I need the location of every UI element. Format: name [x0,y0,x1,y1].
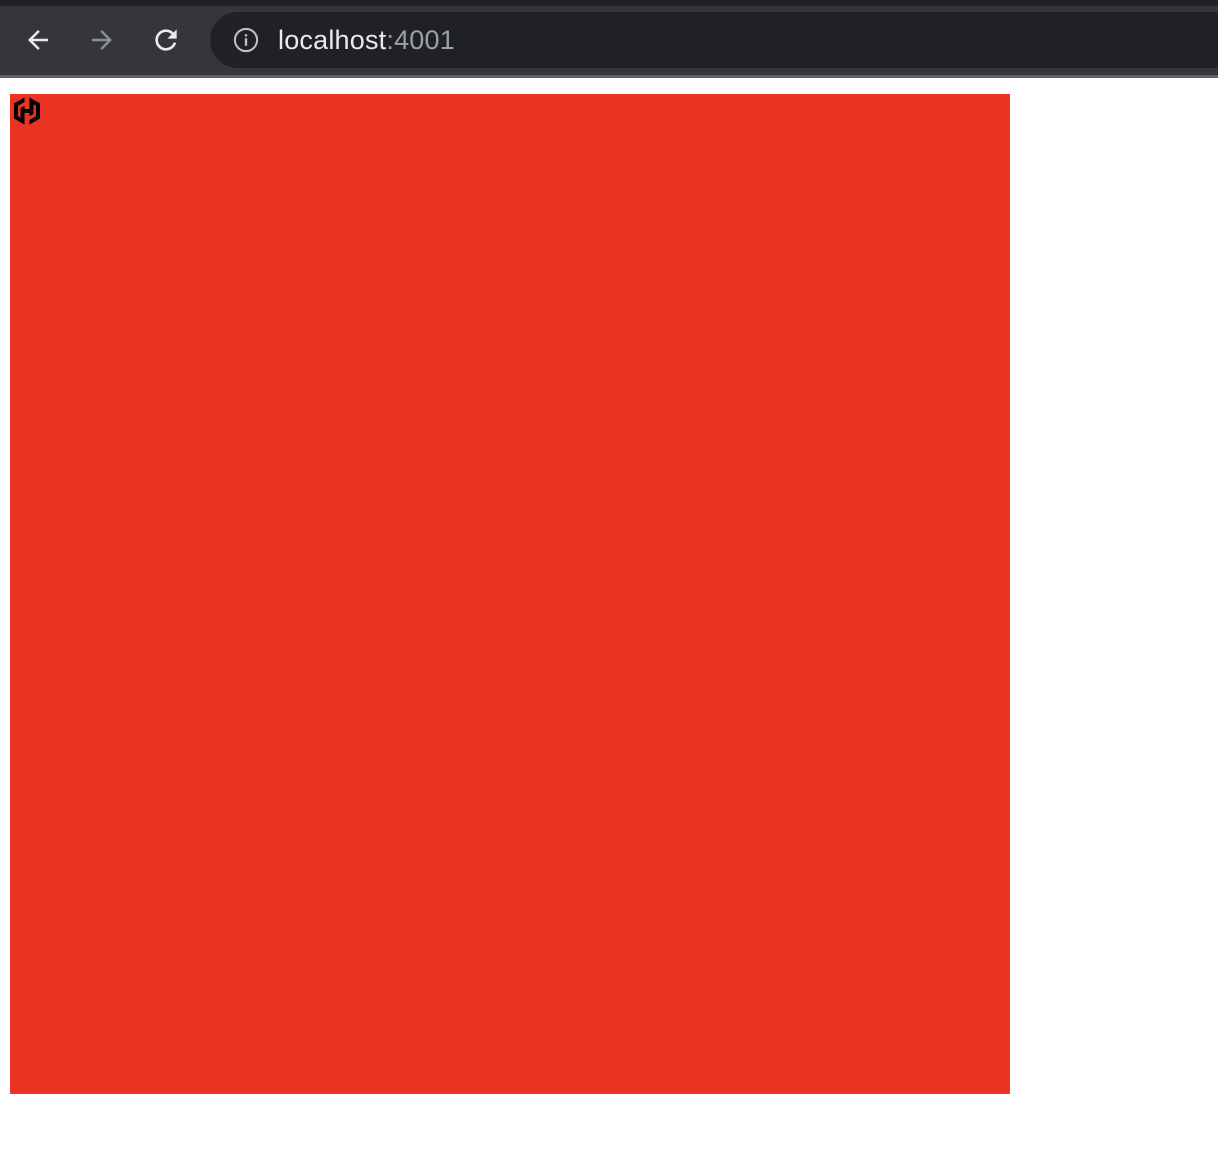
info-icon[interactable] [232,26,260,54]
red-square [10,94,1010,1094]
reload-button[interactable] [146,20,186,60]
browser-toolbar: localhost:4001 [0,0,1218,78]
hashicorp-logo-icon [14,97,40,125]
address-bar[interactable]: localhost:4001 [210,12,1218,68]
page-content [0,78,1218,1154]
arrow-right-icon [92,30,112,50]
url-text[interactable]: localhost:4001 [278,25,455,56]
forward-button[interactable] [82,20,122,60]
reload-icon [155,29,177,51]
back-button[interactable] [18,20,58,60]
url-host: localhost [278,24,387,55]
url-port: :4001 [386,24,455,55]
tab-strip [0,0,1218,6]
arrow-left-icon [28,30,48,50]
